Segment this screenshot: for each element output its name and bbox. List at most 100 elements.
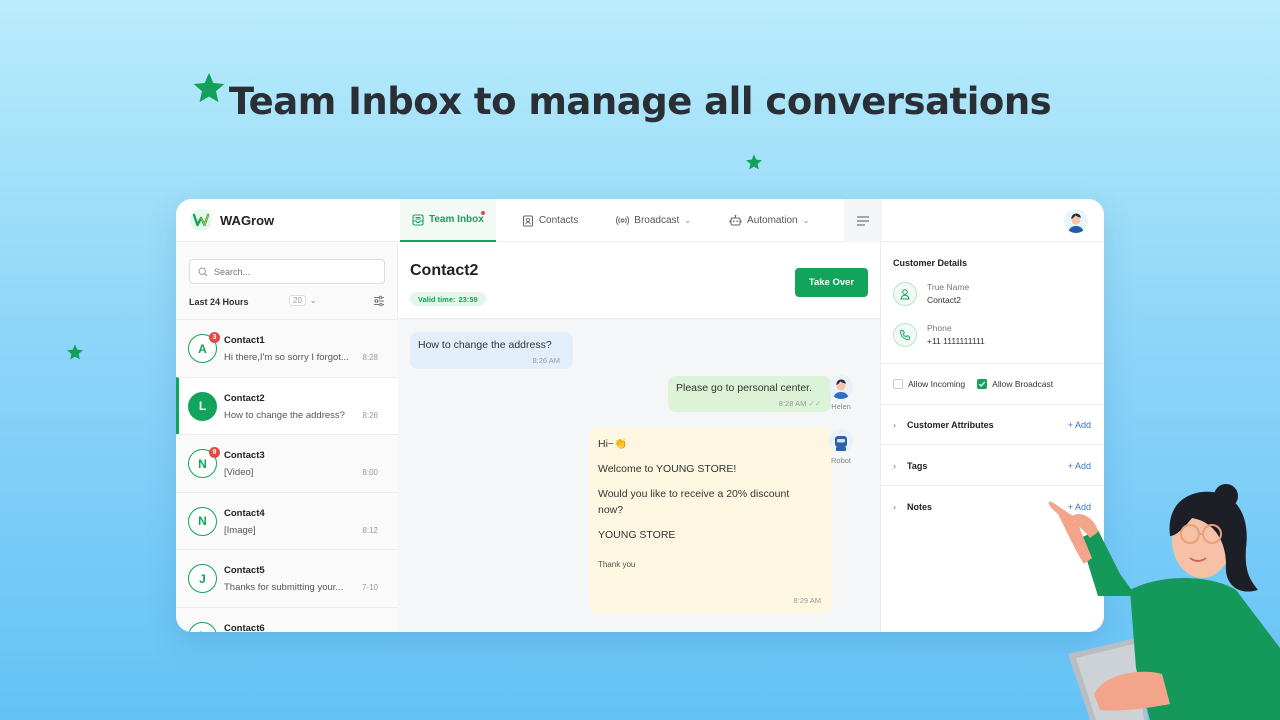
message-time: 8:29 AM <box>793 596 821 606</box>
app-window: WAGrow Team Inbox Contacts Broadcast ⌄ A… <box>176 199 1104 632</box>
chat-header: Contact2 Valid time: 23:59 Take Over <box>398 242 880 319</box>
robot-line: Would you like to receive a 20% discount… <box>598 488 790 516</box>
add-tag-link[interactable]: + Add <box>1068 461 1091 471</box>
tab-team-inbox[interactable]: Team Inbox <box>400 199 496 242</box>
allow-incoming-label: Allow Incoming <box>908 379 966 389</box>
search-input[interactable] <box>214 266 364 277</box>
divider <box>881 363 1104 364</box>
contact-list-item[interactable]: N Contact4 [Image] 8:12 <box>176 491 398 549</box>
true-name-label: True Name <box>927 282 970 292</box>
incoming-message: How to change the address? 8:26 AM <box>410 332 573 369</box>
tab-automation[interactable]: Automation ⌄ <box>717 199 821 242</box>
search-box[interactable] <box>189 259 385 284</box>
contact-avatar: N9 <box>188 447 220 478</box>
robot-greeting: Hi~👏 <box>598 438 628 450</box>
message-text: How to change the address? <box>418 339 552 351</box>
contact-list-item[interactable]: N9 Contact3 [Video] 8:00 <box>176 434 398 492</box>
robot-line: Welcome to YOUNG STORE! <box>598 463 737 476</box>
menu-button[interactable] <box>844 199 882 242</box>
tab-contacts-label: Contacts <box>538 215 579 226</box>
contact-time: 8:00 <box>362 468 378 477</box>
customer-details-title: Customer Details <box>893 258 968 268</box>
contact-avatar: L <box>188 391 217 421</box>
contact-name: Contact4 <box>224 507 265 519</box>
chevron-right-icon: › <box>893 461 896 471</box>
contact-name: Contact5 <box>224 565 265 576</box>
contact-last-message: [Video] <box>224 467 254 478</box>
message-area[interactable]: How to change the address? 8:26 AM Pleas… <box>398 319 880 632</box>
contact-avatar: A3 <box>188 332 220 363</box>
unread-badge: 9 <box>209 447 220 458</box>
valid-time-label: Valid time: <box>418 294 456 304</box>
contact-name: Contact3 <box>224 450 265 461</box>
allow-broadcast-checkbox[interactable]: Allow Broadcast <box>977 379 1053 389</box>
contact-list-item[interactable]: A3 Contact1 Hi there,I'm so sorry I forg… <box>176 319 398 377</box>
tags-section[interactable]: › Tags + Add <box>893 459 1093 473</box>
valid-time-badge: Valid time: 23:59 <box>410 292 486 306</box>
time-filter-label[interactable]: Last 24 Hours <box>189 297 249 307</box>
woman-pointing-illustration <box>1048 484 1280 720</box>
contact-last-message: [Image] <box>224 524 256 536</box>
contact-list-item-active[interactable]: L Contact2 How to change the address? 8:… <box>176 376 398 434</box>
chevron-right-icon: › <box>893 502 896 512</box>
divider <box>881 444 1104 445</box>
main-nav: Team Inbox Contacts Broadcast ⌄ Automati… <box>400 199 825 242</box>
brand-name: WAGrow <box>220 212 275 228</box>
checkbox-checked[interactable] <box>977 379 988 389</box>
filter-sliders-icon[interactable] <box>373 295 385 307</box>
valid-time-value: 23:59 <box>458 294 478 304</box>
count-selector[interactable]: 20 ⌄ <box>289 295 317 306</box>
robot-line: YOUNG STORE <box>598 528 676 541</box>
contact-last-message: Thanks for submitting your... <box>224 582 344 593</box>
add-attribute-link[interactable]: + Add <box>1068 420 1091 430</box>
brand[interactable]: WAGrow <box>190 209 274 231</box>
tab-contacts[interactable]: Contacts <box>510 199 590 242</box>
filter-row: Last 24 Hours 20 ⌄ <box>189 295 385 309</box>
contacts-icon <box>522 215 533 226</box>
allow-broadcast-label: Allow Broadcast <box>992 379 1054 389</box>
allow-incoming-checkbox[interactable]: Allow Incoming <box>893 379 965 389</box>
contact-time: 8:12 <box>362 525 378 535</box>
contact-list-item[interactable]: J Contact5 Thanks for submitting your...… <box>176 549 398 607</box>
search-icon <box>198 266 208 276</box>
robot-avatar-icon <box>829 429 853 453</box>
robot-icon <box>729 214 742 226</box>
take-over-button[interactable]: Take Over <box>795 268 868 297</box>
checkbox-unchecked[interactable] <box>893 379 903 389</box>
broadcast-icon <box>616 215 630 226</box>
true-name-field: True Name Contact2 <box>893 282 1093 308</box>
chat-contact-name: Contact2 <box>410 262 479 279</box>
star-decoration <box>746 154 762 170</box>
permission-checkboxes: Allow Incoming Allow Broadcast <box>893 379 1053 389</box>
count-value: 20 <box>289 295 306 306</box>
contact-avatar: J <box>188 564 217 593</box>
contact-avatar: L <box>188 621 217 632</box>
phone-field: Phone +11 1111111111 <box>893 323 1093 349</box>
agent-avatar-robot: Robot <box>829 429 853 465</box>
star-decoration <box>67 344 83 360</box>
conversation-sidebar: Last 24 Hours 20 ⌄ A3 Contact1 Hi there,… <box>176 242 398 632</box>
contact-list-item[interactable]: L Contact6 <box>176 606 398 632</box>
tab-team-inbox-label: Team Inbox <box>429 214 484 225</box>
tab-broadcast[interactable]: Broadcast ⌄ <box>604 199 703 242</box>
agent-name: Helen <box>831 402 851 411</box>
contact-time: 8:26 <box>362 410 378 420</box>
contact-name: Contact2 <box>224 392 265 404</box>
section-title: Tags <box>907 461 928 471</box>
wagrow-logo-icon <box>190 209 212 231</box>
contact-list: A3 Contact1 Hi there,I'm so sorry I forg… <box>176 319 398 632</box>
true-name-value: Contact2 <box>927 295 962 305</box>
robot-message: Hi~👏 Welcome to YOUNG STORE! Would you l… <box>589 427 832 613</box>
section-title: Customer Attributes <box>907 420 994 430</box>
check-icon <box>979 381 986 387</box>
robot-footer: Thank you <box>598 560 636 570</box>
notification-dot <box>480 211 485 215</box>
customer-attributes-section[interactable]: › Customer Attributes + Add <box>893 418 1093 432</box>
contact-last-message: Hi there,I'm so sorry I forgot... <box>224 352 349 363</box>
tab-broadcast-label: Broadcast <box>634 215 680 226</box>
phone-label: Phone <box>927 323 952 333</box>
contact-last-message: How to change the address? <box>224 409 345 421</box>
user-avatar[interactable] <box>1064 209 1088 233</box>
contact-name: Contact1 <box>224 335 265 346</box>
double-check-icon: ✓✓ <box>808 399 821 408</box>
